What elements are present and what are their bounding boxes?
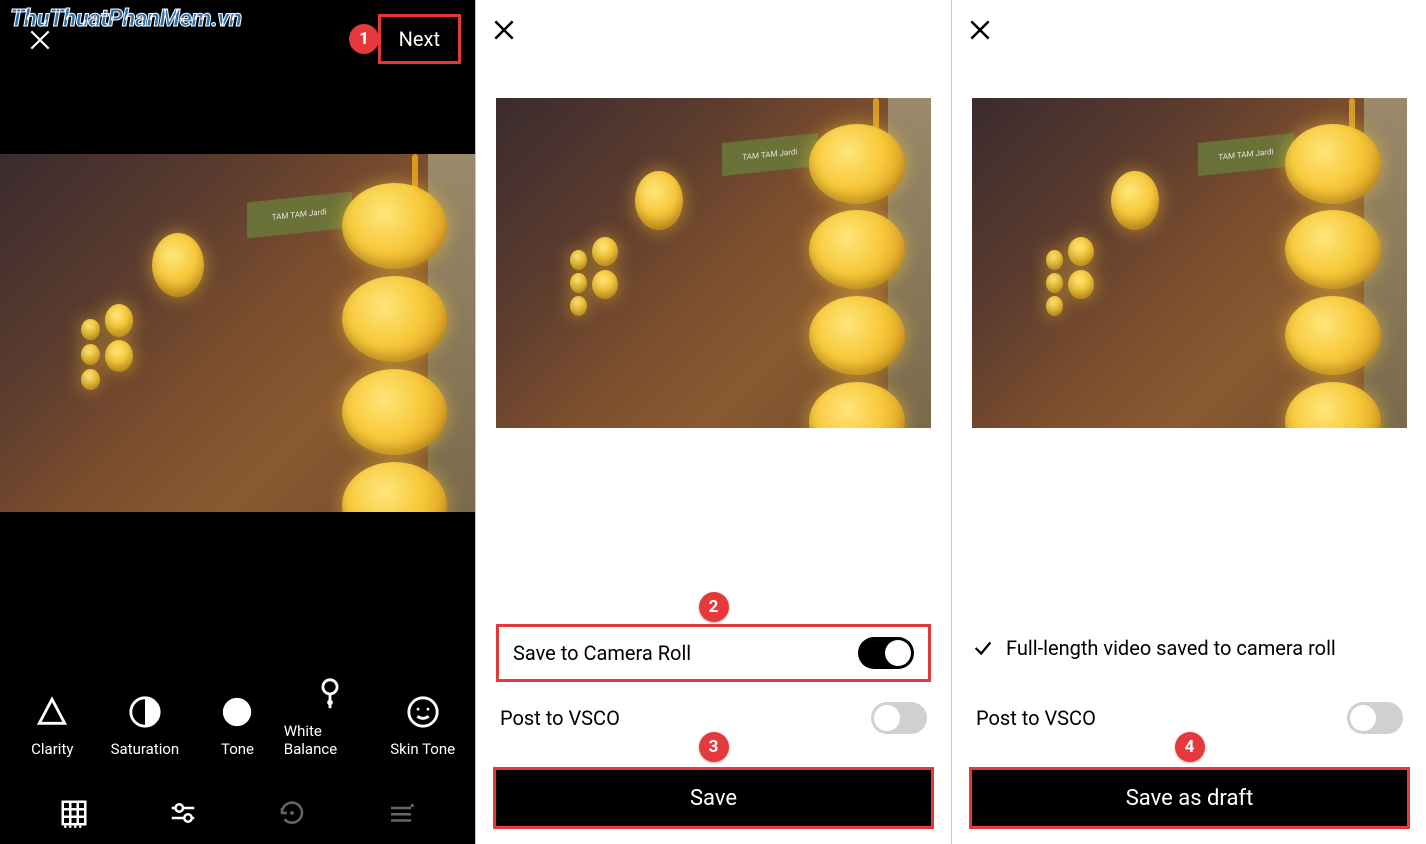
save-as-draft-label: Save as draft bbox=[1126, 786, 1254, 811]
white-balance-label: White Balance bbox=[284, 722, 377, 758]
step-badge-3: 3 bbox=[699, 732, 729, 762]
tone-icon: HS bbox=[219, 694, 255, 730]
next-button[interactable]: Next bbox=[378, 14, 461, 64]
photo-preview: TAM TAM Jardi bbox=[0, 154, 475, 512]
close-button[interactable] bbox=[488, 14, 520, 46]
step-badge-2: 2 bbox=[699, 592, 729, 622]
saturation-label: Saturation bbox=[111, 740, 180, 758]
watermark: ThuThuatPhanMem.vn bbox=[10, 4, 242, 32]
post-to-vsco-toggle[interactable] bbox=[871, 702, 927, 734]
tone-tool[interactable]: HS Tone bbox=[191, 694, 284, 758]
history-icon[interactable] bbox=[275, 796, 309, 830]
save-button-label: Save bbox=[690, 786, 737, 811]
white-balance-tool[interactable]: White Balance bbox=[284, 676, 377, 758]
clarity-tool[interactable]: Clarity bbox=[6, 694, 99, 758]
editor-screen: ThuThuatPhanMem.vn 1 Next TAM TAM Jardi … bbox=[0, 0, 475, 844]
saturation-tool[interactable]: Saturation bbox=[99, 694, 192, 758]
check-icon bbox=[972, 637, 994, 659]
save-screen: TAM TAM Jardi 2 Save to Camera Roll Post… bbox=[475, 0, 951, 844]
edit-tools: Clarity Saturation HS Tone White Balance… bbox=[0, 676, 475, 758]
saved-confirmation-label: Full-length video saved to camera roll bbox=[1006, 636, 1336, 660]
saturation-icon bbox=[127, 694, 163, 730]
post-to-vsco-toggle[interactable] bbox=[1347, 702, 1403, 734]
skin-tone-icon bbox=[405, 694, 441, 730]
post-to-vsco-label: Post to VSCO bbox=[976, 706, 1096, 730]
save-to-camera-roll-toggle[interactable] bbox=[858, 637, 914, 669]
save-to-camera-roll-row: Save to Camera Roll bbox=[496, 624, 931, 682]
saved-confirmation-row: Full-length video saved to camera roll bbox=[972, 636, 1407, 660]
skin-tone-tool[interactable]: Skin Tone bbox=[376, 694, 469, 758]
white-balance-icon bbox=[312, 676, 348, 712]
save-draft-screen: TAM TAM Jardi Full-length video saved to… bbox=[951, 0, 1426, 844]
save-to-camera-roll-label: Save to Camera Roll bbox=[513, 641, 691, 665]
post-to-vsco-row: Post to VSCO bbox=[496, 702, 931, 734]
step-badge-4: 4 bbox=[1175, 732, 1205, 762]
save-as-draft-button[interactable]: Save as draft bbox=[972, 770, 1407, 826]
filters-grid-icon[interactable] bbox=[57, 796, 91, 830]
skin-tone-label: Skin Tone bbox=[390, 740, 455, 758]
photo-preview: TAM TAM Jardi bbox=[496, 98, 931, 428]
step-badge-1: 1 bbox=[349, 24, 379, 54]
svg-text:S: S bbox=[234, 711, 241, 725]
clarity-label: Clarity bbox=[31, 740, 73, 758]
sliders-icon[interactable] bbox=[166, 796, 200, 830]
next-button-label: Next bbox=[399, 27, 440, 51]
post-to-vsco-row: Post to VSCO bbox=[972, 702, 1407, 734]
tone-label: Tone bbox=[221, 740, 254, 758]
post-to-vsco-label: Post to VSCO bbox=[500, 706, 620, 730]
bottom-bar bbox=[0, 790, 475, 836]
clarity-icon bbox=[34, 694, 70, 730]
save-button[interactable]: Save bbox=[496, 770, 931, 826]
recipes-icon[interactable] bbox=[384, 796, 418, 830]
close-button[interactable] bbox=[964, 14, 996, 46]
photo-preview: TAM TAM Jardi bbox=[972, 98, 1407, 428]
